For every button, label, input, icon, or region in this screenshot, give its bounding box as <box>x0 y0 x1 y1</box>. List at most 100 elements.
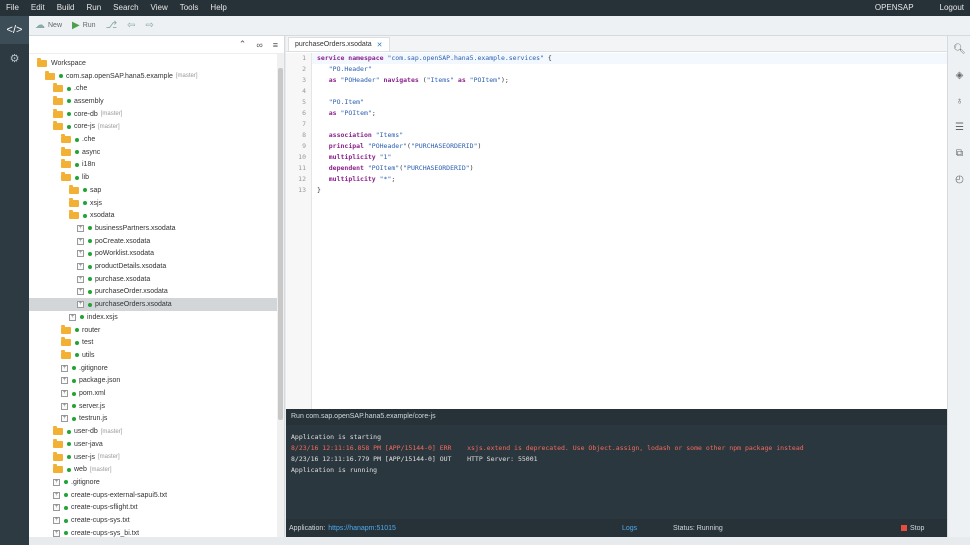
outline-icon[interactable]: ☰ <box>948 114 970 140</box>
code-area[interactable]: 1 2 3 4 5 6 7 8 9 10 11 12 13 service namespace "com… <box>286 53 947 409</box>
tree-folder[interactable]: Workspace <box>29 57 277 70</box>
tree-item-label: .che <box>82 136 96 144</box>
search-icon[interactable]: 🔍︎ <box>948 36 970 62</box>
tree-folder[interactable]: user-java <box>29 438 277 451</box>
tree-folder[interactable]: i18n <box>29 159 277 172</box>
collapse-icon[interactable]: ⌃ <box>239 39 247 50</box>
tree-file[interactable]: + create-cups-sys.txt <box>29 514 277 527</box>
tree-folder[interactable]: sap <box>29 184 277 197</box>
code-token: association <box>328 131 376 139</box>
tree-file[interactable]: + poCreate.xsodata <box>29 235 277 248</box>
tree-file[interactable]: + purchaseOrders.xsodata <box>29 298 277 311</box>
menu-file[interactable]: File <box>0 0 25 16</box>
logout-link[interactable]: Logout <box>934 0 970 16</box>
menu-view[interactable]: View <box>145 0 174 16</box>
new-button[interactable]: ☁ New <box>35 20 62 31</box>
bottom-strip <box>29 537 970 545</box>
user-name[interactable]: OPENSAP <box>869 0 920 16</box>
stop-button[interactable]: Stop <box>901 525 924 532</box>
logs-link[interactable]: Logs <box>622 525 637 532</box>
tree-file[interactable]: + productDetails.xsodata <box>29 260 277 273</box>
tree-file[interactable]: + businessPartners.xsodata <box>29 222 277 235</box>
lightbulb-icon[interactable]: ♁ <box>948 88 970 114</box>
tree-file[interactable]: + .gitignore <box>29 362 277 375</box>
link-editor-icon[interactable]: ∞ <box>256 40 262 50</box>
gear-icon[interactable]: ⚙ <box>0 44 29 72</box>
tree-folder[interactable]: async <box>29 146 277 159</box>
tree-item-label: create-cups-sys_bi.txt <box>71 529 140 537</box>
tree-folder[interactable]: test <box>29 336 277 349</box>
menu-help[interactable]: Help <box>204 0 232 16</box>
menu-search[interactable]: Search <box>107 0 144 16</box>
branch-badge: [master] <box>100 428 123 435</box>
tab-purchase-orders[interactable]: purchaseOrders.xsodata ✕ <box>288 37 390 51</box>
toolbar-action-3[interactable]: ⇨ <box>145 20 153 31</box>
git-status-dot <box>75 353 79 358</box>
menu-tools[interactable]: Tools <box>174 0 205 16</box>
tree-folder[interactable]: com.sap.openSAP.hana5.example [master] <box>29 70 277 83</box>
close-icon[interactable]: ✕ <box>377 41 383 49</box>
tree-file[interactable]: + index.xsjs <box>29 311 277 324</box>
toolbar-action-2[interactable]: ⇦ <box>127 20 135 31</box>
run-button[interactable]: ▶ Run <box>72 20 96 31</box>
application-url-link[interactable]: https://hanapm:51015 <box>328 525 396 532</box>
code-token: ) <box>469 164 474 172</box>
tree-folder[interactable]: web [master] <box>29 463 277 476</box>
branch-badge: [master] <box>98 454 120 461</box>
tree-folder[interactable]: .che <box>29 82 277 95</box>
git-status-dot <box>67 455 71 460</box>
file-icon: + <box>61 390 68 398</box>
line-number: 5 <box>302 98 306 106</box>
tree-file[interactable]: + poWorklist.xsodata <box>29 248 277 261</box>
tree-item-label: async <box>82 148 101 156</box>
tree-folder[interactable]: user-js [master] <box>29 451 277 464</box>
tree-folder[interactable]: router <box>29 324 277 337</box>
tree-folder[interactable]: assembly <box>29 95 277 108</box>
tree-file[interactable]: + pom.xml <box>29 387 277 400</box>
menu-run[interactable]: Run <box>80 0 107 16</box>
code-token: ; <box>371 109 376 117</box>
code-editor-icon[interactable]: </> <box>0 16 29 44</box>
menu-icon[interactable]: ≡ <box>273 40 278 50</box>
tree-item-label: utils <box>82 351 95 359</box>
git-status-dot <box>67 467 71 472</box>
scrollbar-thumb[interactable] <box>278 68 283 420</box>
code-line: multiplicity "*"; <box>317 174 396 185</box>
tree-folder[interactable]: xsjs <box>29 197 277 210</box>
tree-item-label: Workspace <box>51 59 86 67</box>
tree-file[interactable]: + create-cups-sflight.txt <box>29 502 277 515</box>
file-icon: + <box>77 263 84 271</box>
tree-item-label: assembly <box>74 97 104 105</box>
tree-file[interactable]: + package.json <box>29 375 277 388</box>
file-icon: + <box>53 504 60 512</box>
tree-file[interactable]: + create-cups-external-sapui5.txt <box>29 489 277 502</box>
tree-folder[interactable]: utils <box>29 349 277 362</box>
workspace-panel: ⌃ ∞ ≡ Workspace com.sap.openSAP.hana5.exa… <box>29 36 285 545</box>
tree-folder[interactable]: core-js [master] <box>29 121 277 134</box>
code-line: dependent "POItem"("PURCHASEORDERID") <box>317 163 474 174</box>
tree-folder[interactable]: .che <box>29 133 277 146</box>
tree-folder[interactable]: lib <box>29 171 277 184</box>
tree-file[interactable]: + testrun.js <box>29 413 277 426</box>
tree-file[interactable]: + purchaseOrder.xsodata <box>29 286 277 299</box>
tree-item-label: package.json <box>79 377 121 385</box>
sitemap-icon[interactable]: ⧉ <box>948 140 970 166</box>
folder-icon <box>61 324 71 334</box>
tree-file[interactable]: + .gitignore <box>29 476 277 489</box>
tree-file[interactable]: + server.js <box>29 400 277 413</box>
tree-folder[interactable]: xsodata <box>29 209 277 222</box>
toolbar-action-1[interactable]: ⎇ <box>106 20 118 31</box>
tree-folder[interactable]: user-db [master] <box>29 425 277 438</box>
tree-folder[interactable]: core-db [master] <box>29 108 277 121</box>
menu-edit[interactable]: Edit <box>25 0 51 16</box>
git-status-dot <box>67 86 71 91</box>
file-icon: + <box>53 529 60 537</box>
tree-file[interactable]: + purchase.xsodata <box>29 273 277 286</box>
tree-item-label: xsodata <box>90 212 115 220</box>
menu-build[interactable]: Build <box>51 0 81 16</box>
workspace-scrollbar[interactable] <box>277 54 284 545</box>
code-token: "POItem" <box>469 76 501 84</box>
tag-icon[interactable]: ◈ <box>948 62 970 88</box>
history-icon[interactable]: ◴ <box>948 166 970 192</box>
line-number: 9 <box>302 142 306 150</box>
